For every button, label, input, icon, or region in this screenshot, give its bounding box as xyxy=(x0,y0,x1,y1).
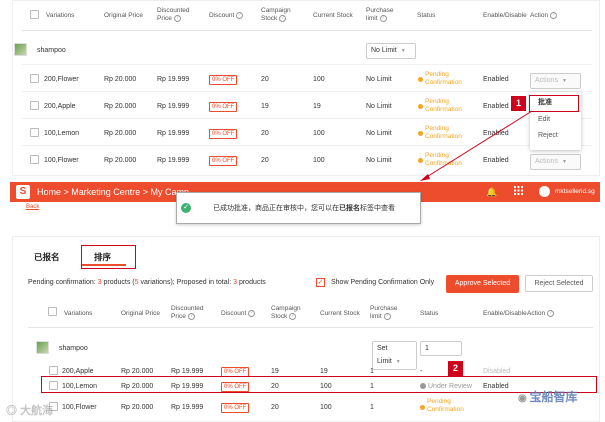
apps-grid-icon[interactable] xyxy=(514,186,523,195)
approve-selected-button[interactable]: Approve Selected xyxy=(446,275,519,293)
col-status-bottom: Status xyxy=(420,310,439,317)
bell-icon[interactable]: 🔔 xyxy=(486,187,497,198)
set-limit-input[interactable]: 1 xyxy=(420,341,462,356)
status-dot-icon xyxy=(420,405,425,410)
tab-registered[interactable]: 已报名 xyxy=(34,251,60,263)
discount-badge: 0% OFF xyxy=(221,403,250,413)
highlight-under-review-row xyxy=(41,376,597,393)
col-variations-bottom: Variations xyxy=(64,310,93,317)
col-purchase-limit-bottom: Purchase limit? xyxy=(370,305,398,321)
status-text: - xyxy=(420,368,423,375)
purchase-limit: 1 xyxy=(370,368,374,375)
step-badge-2: 2 xyxy=(448,361,463,376)
back-link[interactable]: Back xyxy=(26,204,39,210)
help-icon: ? xyxy=(547,310,555,317)
col-action-bottom: Action? xyxy=(527,310,555,318)
set-limit-select[interactable]: Set Limit ▼ xyxy=(372,341,417,370)
show-pending-checkbox[interactable]: ✓ xyxy=(316,278,325,287)
current-stock: 19 xyxy=(320,368,328,375)
shopee-logo[interactable]: S xyxy=(16,185,30,199)
product-name-bottom: shampoo xyxy=(59,345,88,352)
row-checkbox[interactable] xyxy=(49,366,58,375)
pending-summary: Pending confirmation: 3 products (5 vari… xyxy=(28,279,266,286)
discounted-price: Rp 19.999 xyxy=(171,404,204,411)
campaign-stock: 19 xyxy=(271,368,279,375)
col-original-price-bottom: Original Price xyxy=(121,310,161,317)
toast-message: 已成功批准，商品正在审核中，您可以在已报名标签中查看 xyxy=(213,205,395,212)
campaign-stock: 20 xyxy=(271,404,279,411)
col-campaign-stock-bottom: Campaign Stock? xyxy=(271,305,301,321)
current-stock: 100 xyxy=(320,404,332,411)
enable-status: Disabled xyxy=(483,368,511,375)
watermark-left: ◎ 大航海 xyxy=(6,405,54,417)
highlight-sort-tab xyxy=(81,245,136,269)
original-price: Rp 20.000 xyxy=(121,368,154,375)
watermark-right: ◉ 宝船智库 xyxy=(518,390,578,404)
select-all-checkbox-bottom[interactable] xyxy=(48,307,57,316)
col-enable-disable-bottom: Enable/Disable xyxy=(483,310,527,317)
wechat-icon: ◉ xyxy=(518,393,530,404)
product-thumbnail-bottom xyxy=(36,341,49,354)
help-icon: ? xyxy=(289,313,297,320)
avatar[interactable] xyxy=(539,186,550,197)
discounted-price: Rp 19.999 xyxy=(171,368,204,375)
original-price: Rp 20.000 xyxy=(121,404,154,411)
username[interactable]: mktsellerid.sg xyxy=(555,188,595,195)
help-icon: ? xyxy=(187,313,195,320)
breadcrumb[interactable]: Home > Marketing Centre > My Camp xyxy=(37,186,189,198)
success-check-icon: ✓ xyxy=(181,203,191,213)
col-current-stock-bottom: Current Stock xyxy=(320,310,360,317)
col-discounted-price-bottom: Discounted Price? xyxy=(171,305,204,321)
header-divider-bottom xyxy=(28,327,593,328)
help-icon: ? xyxy=(383,313,391,320)
purchase-limit: 1 xyxy=(370,404,374,411)
variation-name: 200,Apple xyxy=(62,368,94,375)
reject-selected-button[interactable]: Reject Selected xyxy=(525,275,593,292)
help-icon: ? xyxy=(248,310,256,317)
show-pending-label[interactable]: Show Pending Confirmation Only xyxy=(331,279,434,286)
variation-name: 100,Flower xyxy=(62,404,97,411)
status-text: Pending Confirmation xyxy=(427,398,464,413)
col-discount-bottom: Discount? xyxy=(221,310,256,318)
chevron-down-icon: ▼ xyxy=(395,359,401,365)
